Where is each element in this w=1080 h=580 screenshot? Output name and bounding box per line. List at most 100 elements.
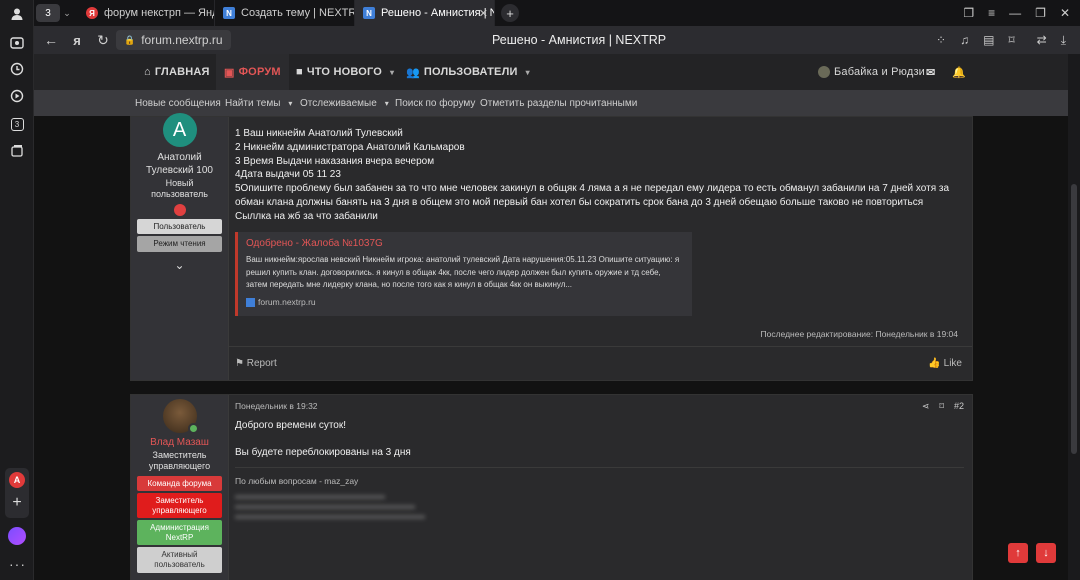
yandex-logo-icon[interactable]: я xyxy=(64,27,90,53)
embed-source: forum.nextrp.ru xyxy=(246,296,684,310)
nav-forum-label: ФОРУМ xyxy=(238,66,281,78)
page-title: Решено - Амнистия | NEXTRP xyxy=(492,33,667,47)
post-line: 1 Ваш никнейм Анатолий Тулевский xyxy=(235,128,403,139)
chevron-down-icon: ▾ xyxy=(384,98,389,108)
subnav-find-threads[interactable]: Найти темы ▾ xyxy=(225,90,292,116)
post-line: 2 Никнейм администратора Анатолий Кальма… xyxy=(235,141,465,153)
account-name: Бабайка и Рюдзи xyxy=(834,66,926,78)
embed-title[interactable]: Одобрено - Жалоба №1037G xyxy=(246,237,684,251)
back-icon[interactable]: ← xyxy=(38,27,64,53)
downloads-panel-icon[interactable] xyxy=(8,142,26,160)
user-status-icon xyxy=(173,203,186,216)
more-icon[interactable]: ··· xyxy=(9,556,26,572)
account-menu[interactable]: Бабайка и Рюдзи xyxy=(818,54,925,90)
forum-page: ⌂ ГЛАВНАЯ ▣ ФОРУМ ■ ЧТО НОВОГО ▾ 👥 ПОЛЬЗ… xyxy=(34,54,1080,580)
tab-yandex[interactable]: Я форум некстрп — Яндекс xyxy=(78,0,215,26)
headphones-icon[interactable]: ♫ xyxy=(960,33,969,48)
post-line: Сыллка на жб за что забанили xyxy=(235,210,378,222)
home-icon: ⌂ xyxy=(144,66,151,78)
history-icon[interactable] xyxy=(8,60,26,78)
users-icon: 👥 xyxy=(406,66,420,79)
play-icon[interactable] xyxy=(8,87,26,105)
scroll-bottom-button[interactable]: ↓ xyxy=(1036,543,1056,563)
avatar[interactable]: A xyxy=(162,113,197,147)
thumbs-up-icon: 👍 xyxy=(928,358,941,369)
apps-icon[interactable]: ⁘ xyxy=(936,33,946,48)
url-field[interactable]: 🔒 forum.nextrp.ru xyxy=(116,30,231,50)
report-button[interactable]: ⚑ Report xyxy=(235,358,277,369)
profile-icon[interactable] xyxy=(8,5,26,23)
bookmark-tabs-icon[interactable]: ❐ xyxy=(963,6,974,20)
maximize-icon[interactable]: ❐ xyxy=(1035,6,1046,20)
chevron-down-icon[interactable]: ⌄ xyxy=(60,8,74,19)
new-tab-button[interactable]: + xyxy=(501,4,519,22)
post-date[interactable]: Понедельник в 19:32 xyxy=(235,401,318,411)
nav-whats-new[interactable]: ■ ЧТО НОВОГО ▾ xyxy=(296,54,394,90)
user-badge: Администрация NextRP xyxy=(137,520,222,546)
embed-source-text: forum.nextrp.ru xyxy=(258,296,316,307)
post-2-user-panel: Влад Мазаш Заместитель управляющего Кома… xyxy=(131,395,229,580)
tab-title: форум некстрп — Яндекс xyxy=(104,7,214,19)
subnav-label: Отслеживаемые xyxy=(300,97,377,109)
bookmark-icon[interactable]: ⌑ xyxy=(939,401,944,412)
inbox-icon[interactable]: ✉ xyxy=(926,54,935,90)
bell-icon[interactable]: 🔔 xyxy=(952,54,966,90)
signature: По любым вопросам - maz_zay xyxy=(235,476,359,486)
minimize-icon[interactable]: — xyxy=(1009,6,1021,20)
scroll-top-button[interactable]: ↑ xyxy=(1008,543,1028,563)
post-1: A Анатолий Тулевский 100 Новый пользоват… xyxy=(130,113,973,381)
nav-home[interactable]: ⌂ ГЛАВНАЯ xyxy=(140,54,214,90)
comment-icon: ■ xyxy=(296,66,303,78)
post-actions: ⋖ ⌑ #2 xyxy=(922,401,964,412)
reader-icon[interactable]: ▤ xyxy=(983,33,994,48)
tabs-count-icon[interactable]: 3 xyxy=(8,115,26,133)
share-icon[interactable]: ⋖ xyxy=(922,401,930,412)
translate-icon[interactable]: A xyxy=(9,472,25,488)
user-badge: Заместитель управляющего xyxy=(137,493,222,519)
alice-assistant-icon[interactable] xyxy=(8,527,26,545)
last-edit: Последнее редактирование: Понедельник в … xyxy=(760,329,959,339)
close-tab-icon[interactable]: ✕ xyxy=(479,7,488,20)
bookmark-icon[interactable]: ⌑ xyxy=(1008,33,1014,48)
post-2: Влад Мазаш Заместитель управляющего Кома… xyxy=(130,394,973,580)
address-bar: ← я ↻ 🔒 forum.nextrp.ru Решено - Амнисти… xyxy=(34,26,1080,54)
translate-page-icon[interactable]: ⇄ xyxy=(1037,33,1047,48)
link-embed[interactable]: Одобрено - Жалоба №1037G Ваш никнейм:яро… xyxy=(235,231,692,316)
chevron-down-icon: ▾ xyxy=(525,67,530,77)
subnav-watched[interactable]: Отслеживаемые ▾ xyxy=(300,90,389,116)
subnav-search[interactable]: Поиск по форуму xyxy=(395,90,475,116)
tab-count-button[interactable]: 3 xyxy=(36,4,60,22)
nextrp-favicon-icon: N xyxy=(363,7,375,19)
close-window-icon[interactable]: ✕ xyxy=(1060,6,1070,20)
post-number[interactable]: #2 xyxy=(954,401,964,412)
embed-text: Ваш никнейм:ярослав невский Никнейм игро… xyxy=(246,255,680,290)
nav-users[interactable]: 👥 ПОЛЬЗОВАТЕЛИ ▾ xyxy=(406,54,530,90)
user-badge: Команда форума xyxy=(137,475,222,492)
page-scrollbar[interactable] xyxy=(1068,54,1080,580)
post-1-body: 1 Ваш никнейм Анатолий Тулевский 2 Никне… xyxy=(235,127,962,316)
menu-icon[interactable]: ≡ xyxy=(988,6,995,20)
sub-nav: Новые сообщения Найти темы ▾ Отслеживаемы… xyxy=(34,90,1080,116)
online-status-icon xyxy=(187,423,199,434)
user-badge: Режим чтения xyxy=(137,236,222,252)
collections-icon[interactable] xyxy=(8,34,26,52)
reload-icon[interactable]: ↻ xyxy=(90,27,116,53)
expand-chevron-icon[interactable]: ⌄ xyxy=(131,258,228,272)
like-button[interactable]: 👍 Like xyxy=(928,358,962,369)
nav-forum[interactable]: ▣ ФОРУМ xyxy=(216,54,289,90)
avatar[interactable] xyxy=(162,399,199,434)
download-icon[interactable]: ⤓ xyxy=(1061,33,1066,48)
like-label: Like xyxy=(943,358,962,369)
scrollbar-thumb[interactable] xyxy=(1071,184,1077,454)
nextrp-favicon-icon xyxy=(246,298,255,308)
url-text: forum.nextrp.ru xyxy=(141,33,223,47)
username[interactable]: Анатолий Тулевский 100 xyxy=(131,151,228,177)
add-panel-icon[interactable]: + xyxy=(9,495,25,511)
subnav-mark-read[interactable]: Отметить разделы прочитанными xyxy=(480,90,637,116)
user-title: Новый пользователь xyxy=(151,178,208,200)
tab-amnesty[interactable]: N Решено - Амнистия | N ✕ xyxy=(355,0,495,26)
post-greeting: Доброго времени суток! xyxy=(235,420,347,431)
tab-create-topic[interactable]: N Создать тему | NEXTRP xyxy=(215,0,355,26)
username[interactable]: Влад Мазаш xyxy=(131,437,228,448)
lock-icon: 🔒 xyxy=(124,34,136,45)
